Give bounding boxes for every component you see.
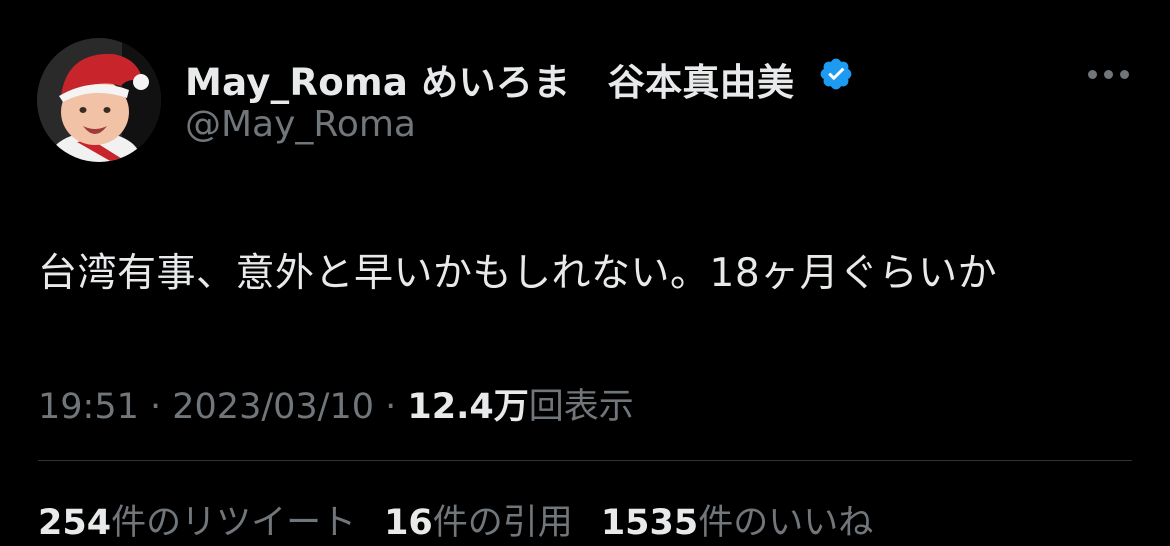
retweets-stat[interactable]: 254件のリツイート	[38, 503, 356, 543]
more-options-icon[interactable]	[1088, 66, 1132, 82]
tweet-stats: 254件のリツイート 16件の引用 1535件のいいね	[38, 494, 873, 545]
likes-stat[interactable]: 1535件のいいね	[601, 503, 873, 543]
retweets-label: 件のリツイート	[111, 503, 357, 543]
tweet-text: 台湾有事、意外と早いかもしれない。18ヶ月ぐらいか	[38, 251, 998, 296]
likes-count: 1535	[600, 503, 699, 543]
retweets-count: 254	[38, 503, 112, 543]
tweet-meta: 19:51 · 2023/03/10 · 12.4万回表示	[38, 378, 634, 429]
user-handle[interactable]: @May_Roma	[185, 104, 416, 145]
quotes-count: 16	[384, 503, 433, 543]
avatar[interactable]	[37, 38, 161, 162]
quotes-stat[interactable]: 16件の引用	[384, 503, 573, 543]
verified-badge-icon	[818, 56, 854, 92]
quotes-label: 件の引用	[432, 503, 573, 543]
views-count: 12.4万	[407, 387, 529, 427]
tweet-time[interactable]: 19:51	[38, 387, 139, 427]
meta-separator: ·	[138, 387, 173, 427]
meta-separator: ·	[374, 387, 408, 427]
tweet-date[interactable]: 2023/03/10	[172, 387, 374, 427]
views-label: 回表示	[528, 387, 634, 427]
likes-label: 件のいいね	[698, 503, 874, 543]
divider	[38, 460, 1132, 461]
display-name[interactable]: May_Roma めいろま 谷本真由美	[185, 52, 794, 106]
